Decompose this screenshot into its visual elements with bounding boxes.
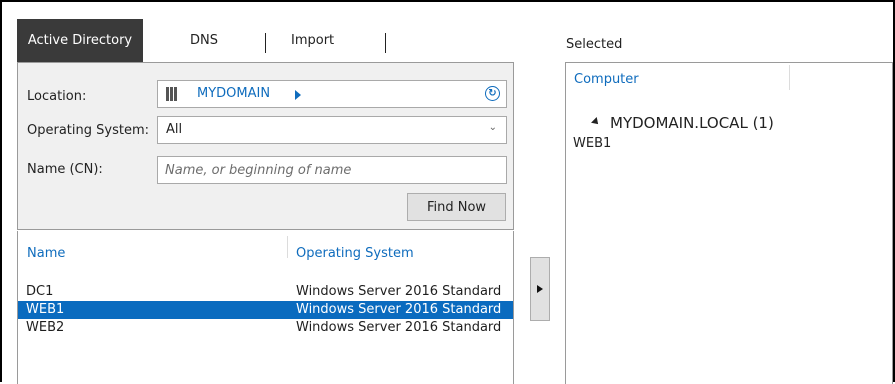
location-value[interactable]: MYDOMAIN	[197, 86, 270, 101]
table-row-selected[interactable]: WEB1 Windows Server 2016 Standard	[18, 301, 513, 319]
column-divider[interactable]	[789, 65, 790, 90]
refresh-icon[interactable]: ↻	[485, 86, 500, 101]
column-header-name[interactable]: Name	[27, 246, 65, 261]
os-label: Operating System:	[27, 123, 149, 138]
location-picker[interactable]: MYDOMAIN ↻	[157, 80, 507, 108]
add-selected-button[interactable]	[530, 257, 550, 321]
row-os: Windows Server 2016 Standard	[296, 302, 502, 317]
chevron-down-icon: ⌄	[488, 122, 497, 133]
row-os: Windows Server 2016 Standard	[296, 320, 502, 335]
tab-separator	[265, 33, 266, 53]
row-name: WEB1	[26, 302, 65, 317]
selected-title: Selected	[566, 37, 623, 52]
column-header-os[interactable]: Operating System	[296, 246, 414, 261]
row-name: WEB2	[26, 320, 65, 335]
os-select[interactable]: All ⌄	[157, 116, 507, 144]
tab-dns[interactable]: DNS	[190, 19, 218, 62]
table-row[interactable]: WEB2 Windows Server 2016 Standard	[18, 319, 513, 337]
tree-item[interactable]: WEB1	[573, 136, 611, 151]
name-input-placeholder: Name, or beginning of name	[165, 163, 352, 178]
play-arrow-icon	[537, 285, 543, 293]
tab-active-directory[interactable]: Active Directory	[17, 19, 143, 62]
tab-import[interactable]: Import	[291, 19, 334, 62]
row-os: Windows Server 2016 Standard	[296, 284, 502, 299]
tab-separator	[385, 33, 386, 53]
find-now-button[interactable]: Find Now	[407, 193, 506, 221]
os-select-value: All	[166, 122, 183, 137]
tree-group-domain[interactable]: MYDOMAIN.LOCAL (1)	[610, 114, 774, 132]
selected-list[interactable]	[565, 62, 893, 384]
row-name: DC1	[26, 284, 54, 299]
name-input[interactable]: Name, or beginning of name	[157, 156, 507, 184]
column-divider[interactable]	[287, 236, 288, 258]
domain-icon	[166, 87, 178, 101]
location-label: Location:	[27, 89, 87, 104]
column-header-computer[interactable]: Computer	[574, 72, 639, 87]
table-row[interactable]: DC1 Windows Server 2016 Standard	[18, 283, 513, 301]
name-label: Name (CN):	[27, 162, 103, 177]
chevron-right-icon[interactable]	[295, 90, 301, 100]
